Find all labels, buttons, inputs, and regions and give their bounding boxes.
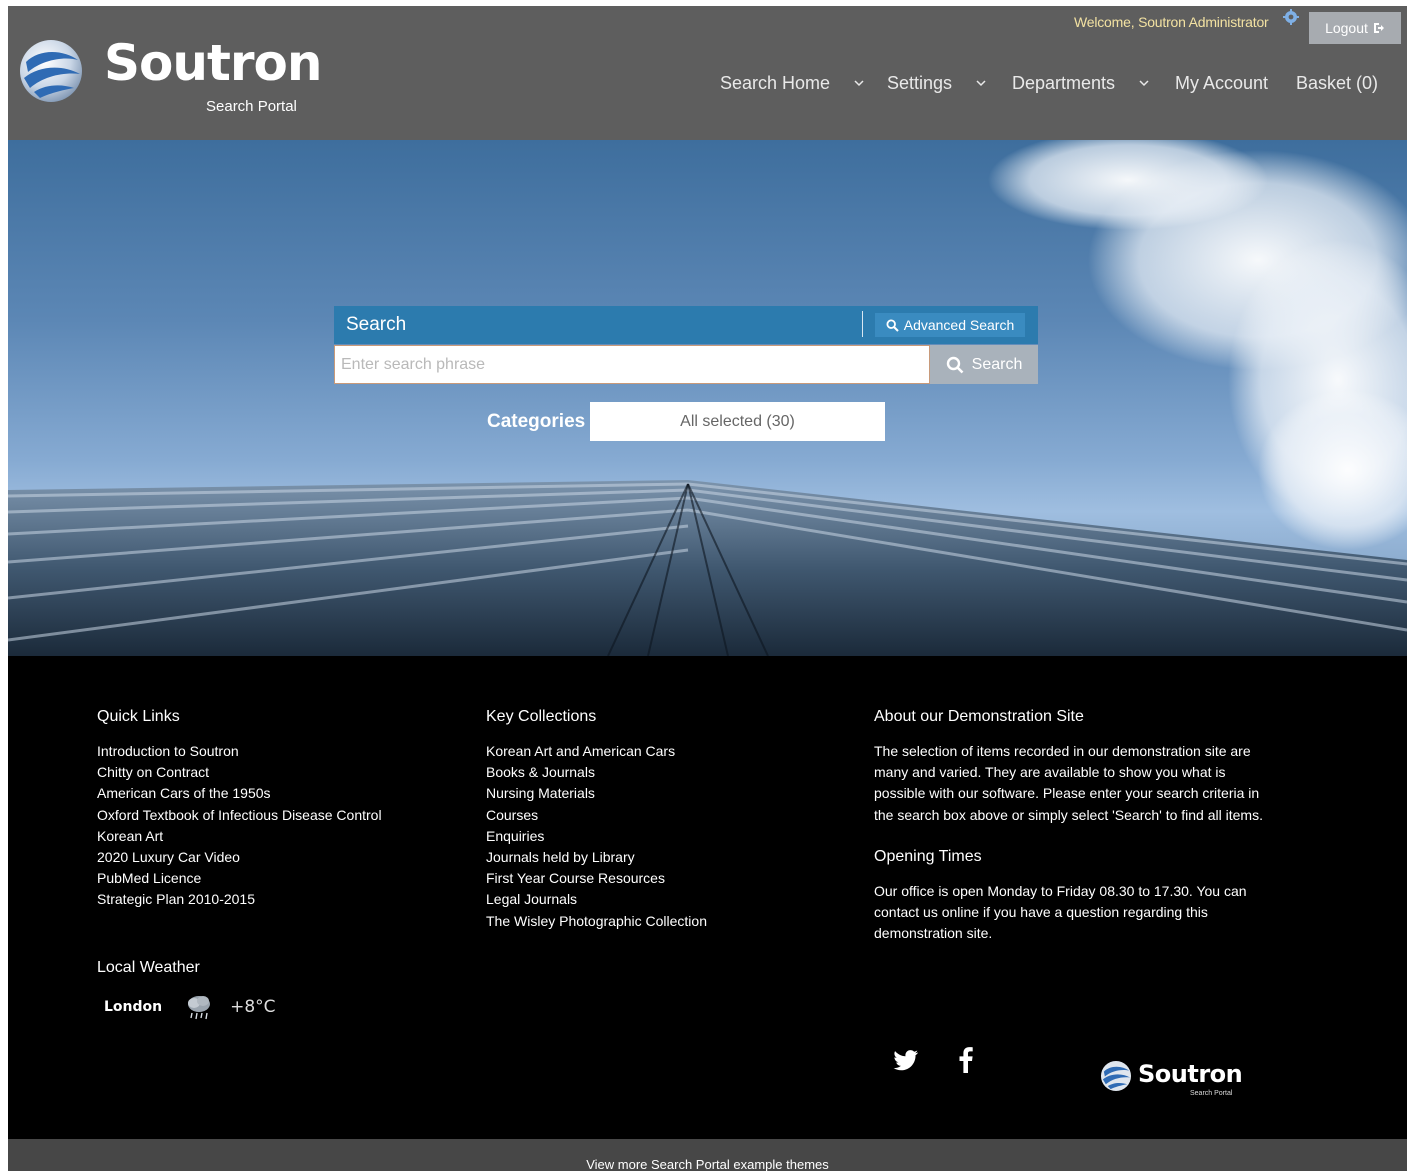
collection-link[interactable]: First Year Course Resources <box>486 868 826 889</box>
quick-links-list: Introduction to Soutron Chitty on Contra… <box>97 741 437 911</box>
search-button-label: Search <box>971 355 1023 373</box>
soutron-globe-icon <box>1100 1060 1132 1092</box>
search-icon <box>886 318 899 332</box>
local-weather-title: Local Weather <box>97 959 200 976</box>
main-nav: Search Home Settings Departments My Acco… <box>8 70 1407 96</box>
nav-departments[interactable]: Departments <box>1012 70 1151 96</box>
gear-icon[interactable] <box>1283 9 1299 25</box>
quick-link[interactable]: Introduction to Soutron <box>97 741 437 762</box>
collection-link[interactable]: Books & Journals <box>486 762 826 783</box>
collection-link[interactable]: Korean Art and American Cars <box>486 741 826 762</box>
search-panel-header: Search Advanced Search <box>334 306 1038 344</box>
about-section: About our Demonstration Site The selecti… <box>874 708 1269 944</box>
welcome-message: Welcome, Soutron Administrator <box>1074 14 1269 30</box>
example-themes-link[interactable]: View more Search Portal example themes <box>8 1157 1407 1171</box>
about-text: The selection of items recorded in our d… <box>874 743 1263 823</box>
bottom-bar: View more Search Portal example themes <box>8 1139 1407 1171</box>
site-footer: Quick Links Introduction to Soutron Chit… <box>8 656 1407 1139</box>
collection-link[interactable]: Courses <box>486 805 826 826</box>
nav-label: Settings <box>887 72 953 93</box>
advanced-search-button[interactable]: Advanced Search <box>875 313 1025 337</box>
categories-select[interactable]: All selected (30) <box>590 402 885 441</box>
search-icon <box>946 356 964 373</box>
key-collections-title: Key Collections <box>486 708 597 725</box>
key-collections-section: Key Collections Korean Art and American … <box>486 708 826 932</box>
advanced-search-label: Advanced Search <box>903 317 1015 333</box>
collection-link[interactable]: The Wisley Photographic Collection <box>486 911 826 932</box>
quick-link[interactable]: Korean Art <box>97 826 437 847</box>
categories-label: Categories <box>487 411 586 432</box>
chevron-down-icon <box>1139 80 1149 87</box>
footer-logo-wordmark: Soutron <box>1138 1060 1243 1088</box>
quick-links-section: Quick Links Introduction to Soutron Chit… <box>97 708 437 911</box>
search-button[interactable]: Search <box>930 345 1038 384</box>
nav-label: Departments <box>1012 72 1116 93</box>
quick-link[interactable]: Strategic Plan 2010-2015 <box>97 889 437 910</box>
opening-times-title: Opening Times <box>874 847 982 865</box>
chevron-down-icon <box>854 80 864 87</box>
quick-link[interactable]: PubMed Licence <box>97 868 437 889</box>
nav-settings[interactable]: Settings <box>887 70 988 96</box>
hero-banner: Search Advanced Search Search Categories… <box>8 140 1407 656</box>
key-collections-list: Korean Art and American Cars Books & Jou… <box>486 741 826 932</box>
twitter-icon[interactable] <box>892 1046 920 1074</box>
footer-logo-subtitle: Search Portal <box>1190 1090 1233 1097</box>
logo-subtitle: Search Portal <box>206 98 297 115</box>
quick-link[interactable]: Chitty on Contract <box>97 762 437 783</box>
divider <box>862 311 863 337</box>
collection-link[interactable]: Journals held by Library <box>486 847 826 868</box>
chevron-down-icon <box>976 80 986 87</box>
collection-link[interactable]: Enquiries <box>486 826 826 847</box>
cloudy-rain-icon <box>188 996 211 1020</box>
quick-link[interactable]: 2020 Luxury Car Video <box>97 847 437 868</box>
nav-label: Search Home <box>720 72 831 93</box>
skyscraper-background-image <box>8 140 1407 656</box>
weather-widget: London +8°C <box>104 992 276 1022</box>
opening-times-text: Our office is open Monday to Friday 08.3… <box>874 882 1247 942</box>
search-input[interactable] <box>334 345 930 384</box>
about-title: About our Demonstration Site <box>874 708 1084 725</box>
collection-link[interactable]: Nursing Materials <box>486 783 826 804</box>
nav-label: Basket (0) <box>1296 72 1379 93</box>
logout-label: Logout <box>1325 20 1368 36</box>
quick-link[interactable]: American Cars of the 1950s <box>97 783 437 804</box>
weather-temperature: +8°C <box>230 997 276 1017</box>
collection-link[interactable]: Legal Journals <box>486 889 826 910</box>
site-header: Soutron Search Portal Welcome, Soutron A… <box>8 6 1407 140</box>
search-panel-title: Search <box>346 314 407 335</box>
nav-search-home[interactable]: Search Home <box>720 70 866 96</box>
logout-button[interactable]: Logout <box>1309 12 1401 44</box>
nav-label: My Account <box>1175 72 1269 93</box>
quick-link[interactable]: Oxford Textbook of Infectious Disease Co… <box>97 805 437 826</box>
facebook-icon[interactable] <box>952 1046 980 1074</box>
weather-city: London <box>104 999 163 1015</box>
quick-links-title: Quick Links <box>97 708 180 725</box>
footer-soutron-logo[interactable]: Soutron Search Portal <box>1100 1058 1250 1102</box>
nav-my-account[interactable]: My Account <box>1175 70 1268 96</box>
sign-out-icon <box>1373 23 1384 33</box>
nav-basket[interactable]: Basket (0) <box>1296 70 1378 96</box>
categories-value: All selected (30) <box>680 412 795 430</box>
